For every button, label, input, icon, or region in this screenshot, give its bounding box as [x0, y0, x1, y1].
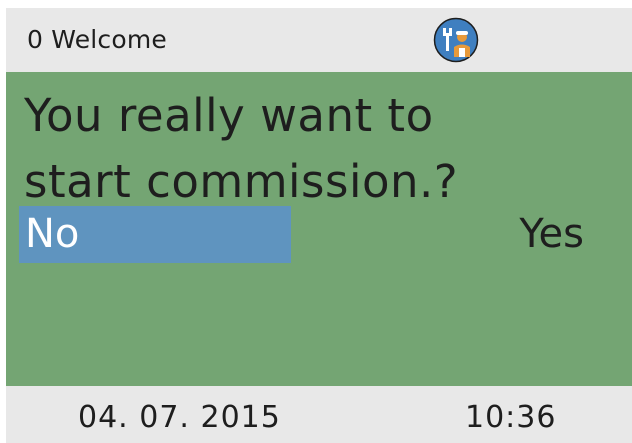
page-title: 0 Welcome: [27, 25, 168, 54]
no-button[interactable]: No: [19, 206, 291, 263]
confirmation-question: You really want to start commission.?: [24, 89, 459, 208]
dialog-panel: You really want to start commission.? No…: [6, 72, 632, 386]
status-bar: 04. 07. 2015 10:36: [6, 386, 632, 443]
time-display: 10:36: [465, 400, 557, 435]
header-bar: 0 Welcome: [6, 8, 632, 72]
service-technician-icon: [433, 17, 479, 63]
display-screen: 0 Welcome You really want to start commi…: [6, 8, 632, 443]
yes-button[interactable]: Yes: [519, 206, 584, 263]
date-display: 04. 07. 2015: [78, 400, 281, 435]
